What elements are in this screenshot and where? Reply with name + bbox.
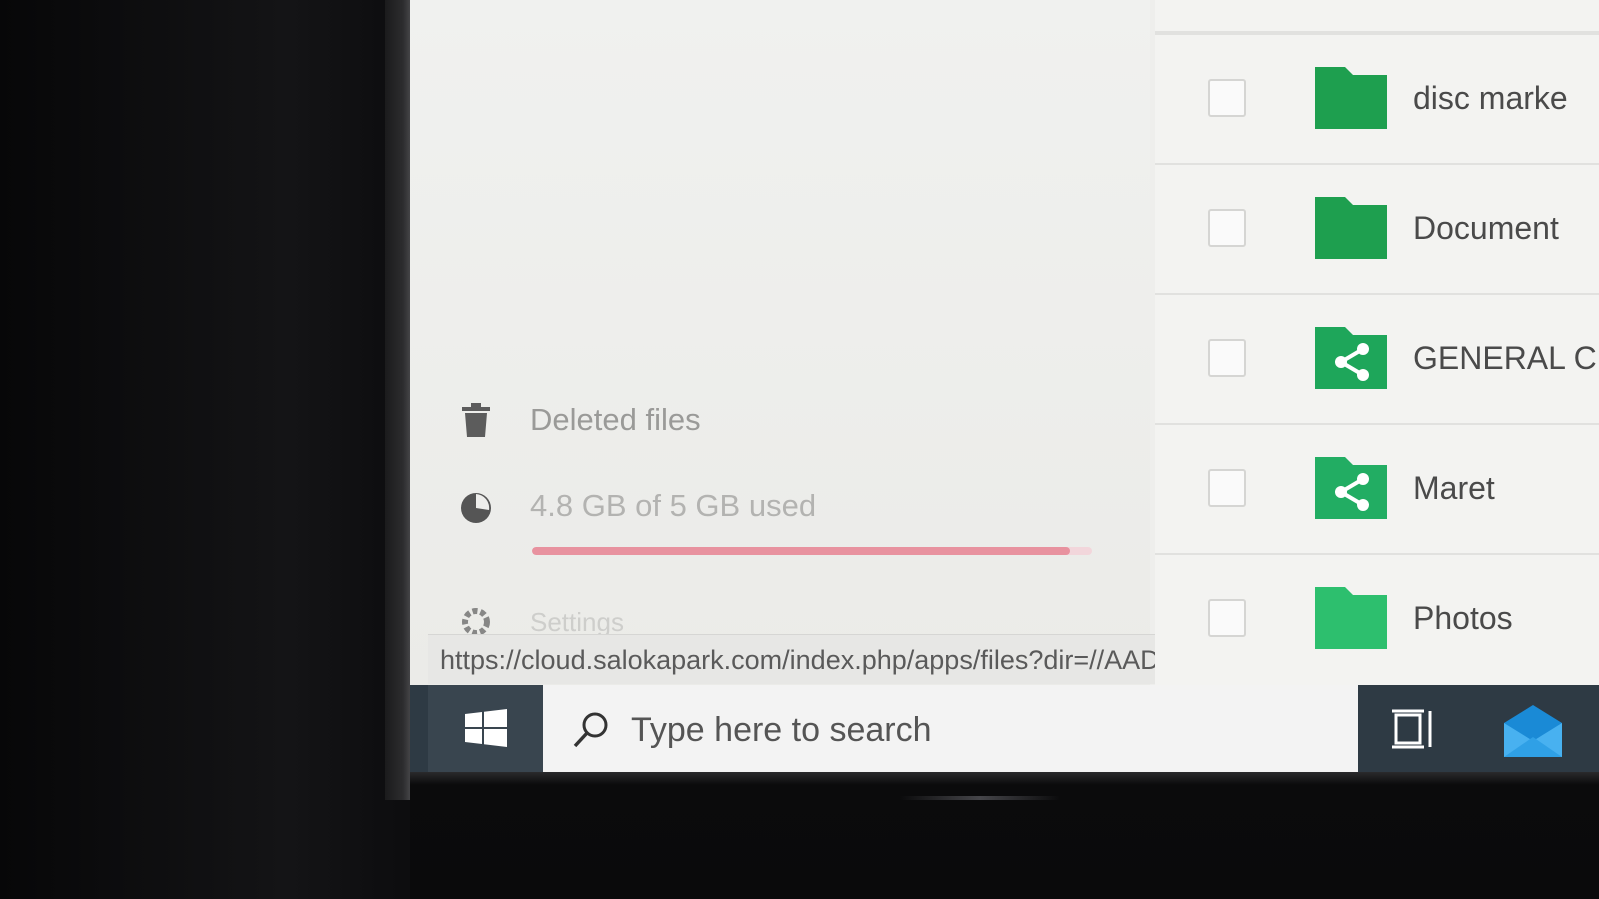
file-row[interactable]: Document — [1155, 163, 1599, 291]
mail-icon — [1502, 705, 1564, 761]
file-list: disc marke Document GENERAL C Maret Phot… — [1155, 0, 1599, 685]
monitor-screen: Deleted files 4.8 GB of 5 GB used Settin… — [410, 0, 1599, 775]
row-checkbox[interactable] — [1208, 79, 1246, 117]
storage-quota: 4.8 GB of 5 GB used — [458, 488, 816, 524]
row-checkbox[interactable] — [1208, 469, 1246, 507]
quota-text: 4.8 GB of 5 GB used — [530, 488, 817, 523]
share-icon — [1315, 327, 1387, 389]
row-checkbox[interactable] — [1208, 599, 1246, 637]
start-button[interactable] — [428, 685, 543, 775]
file-row[interactable]: disc marke — [1155, 33, 1599, 161]
status-bar-url: https://cloud.salokapark.com/index.php/a… — [428, 634, 1270, 684]
row-checkbox[interactable] — [1208, 209, 1246, 247]
quota-progress-fill — [532, 547, 1070, 555]
windows-logo-icon — [464, 708, 507, 752]
file-row[interactable]: Maret — [1155, 423, 1599, 551]
file-name[interactable]: Maret — [1413, 470, 1495, 507]
task-view-button[interactable] — [1390, 707, 1438, 751]
mail-app-button[interactable] — [1502, 703, 1564, 757]
folder-icon — [1315, 197, 1387, 259]
files-sidebar: Deleted files 4.8 GB of 5 GB used Settin… — [410, 0, 1270, 685]
file-row[interactable]: Photos — [1155, 553, 1599, 681]
nav-deleted-files[interactable]: Deleted files — [458, 402, 701, 438]
file-name[interactable]: GENERAL C — [1413, 340, 1597, 377]
pie-chart-icon — [458, 488, 494, 524]
nav-settings-label: Settings — [530, 606, 624, 637]
file-list-header — [1155, 0, 1599, 33]
bezel-reflection — [900, 796, 1060, 800]
file-name[interactable]: Photos — [1413, 600, 1513, 637]
folder-icon — [1315, 587, 1387, 649]
taskbar-search-box[interactable]: Type here to search — [543, 685, 1358, 775]
monitor-bezel-bottom — [410, 772, 1599, 899]
quota-progress-bar — [532, 547, 1092, 555]
task-view-icon — [1390, 709, 1438, 755]
row-checkbox[interactable] — [1208, 339, 1246, 377]
search-icon — [571, 710, 611, 750]
nav-deleted-files-label: Deleted files — [530, 402, 701, 437]
folder-icon — [1315, 67, 1387, 129]
windows-taskbar: Type here to search — [410, 685, 1599, 775]
file-row[interactable]: GENERAL C — [1155, 293, 1599, 421]
search-placeholder: Type here to search — [631, 710, 932, 749]
file-name[interactable]: Document — [1413, 210, 1559, 247]
file-name[interactable]: disc marke — [1413, 80, 1568, 117]
share-icon — [1315, 457, 1387, 519]
trash-icon — [458, 402, 494, 438]
